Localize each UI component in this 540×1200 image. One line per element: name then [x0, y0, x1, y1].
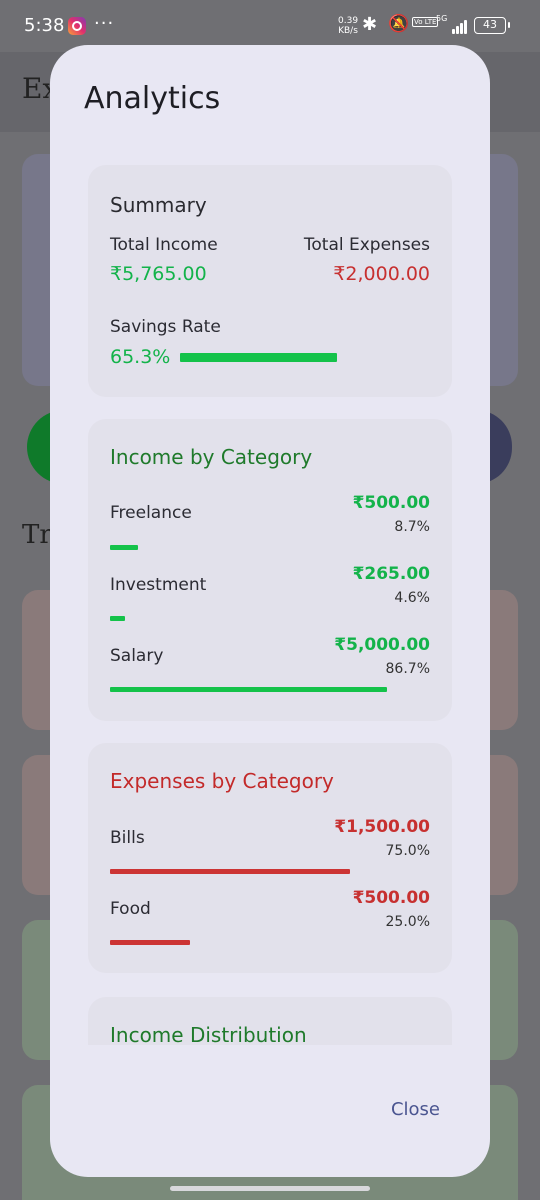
signal-icon: 5G	[436, 14, 468, 34]
expense-category-percent: 75.0%	[385, 843, 430, 859]
battery-icon: 43	[474, 17, 510, 34]
income-category-bar	[110, 687, 387, 692]
more-notifications-icon: ···	[94, 13, 115, 34]
network-speed-unit: KB/s	[338, 26, 358, 36]
dialog-title: Analytics	[84, 81, 221, 116]
income-by-category-card: Income by Category Freelance ₹500.00 8.7…	[88, 419, 452, 721]
close-button[interactable]: Close	[391, 1099, 440, 1120]
total-expenses-label: Total Expenses	[303, 235, 430, 255]
income-category-amount: ₹5,000.00	[334, 635, 430, 655]
savings-rate-bar	[180, 353, 337, 362]
total-income-value: ₹5,765.00	[110, 263, 207, 285]
income-category-amount: ₹500.00	[352, 493, 430, 513]
summary-title: Summary	[110, 193, 207, 217]
navigation-gesture-handle[interactable]	[170, 1186, 370, 1191]
expense-category-percent: 25.0%	[385, 914, 430, 930]
total-income-label: Total Income	[110, 235, 218, 255]
background-section-title: Tr	[22, 520, 52, 550]
income-category-bar	[110, 545, 138, 550]
analytics-dialog: Analytics Summary Total Income ₹5,765.00…	[50, 45, 490, 1177]
network-speed: 0.39 KB/s	[338, 16, 358, 36]
income-distribution-title: Income Distribution	[110, 1023, 307, 1045]
network-speed-value: 0.39	[338, 16, 359, 26]
dialog-scroll-area[interactable]: Summary Total Income ₹5,765.00 Total Exp…	[50, 165, 490, 1045]
volte-badge: Vo LTE	[412, 17, 439, 27]
expense-category-amount: ₹500.00	[352, 888, 430, 908]
status-time: 5:38	[24, 15, 65, 36]
expense-category-bar	[110, 869, 350, 874]
mute-bell-icon: 🔕	[388, 14, 410, 34]
summary-card: Summary Total Income ₹5,765.00 Total Exp…	[88, 165, 452, 397]
income-category-label: Freelance	[110, 503, 192, 523]
income-by-category-title: Income by Category	[110, 445, 313, 469]
network-type: 5G	[436, 14, 448, 23]
expense-category-label: Bills	[110, 828, 145, 848]
expense-category-label: Food	[110, 899, 151, 919]
expense-category-bar	[110, 940, 190, 945]
income-category-bar	[110, 616, 125, 621]
income-category-label: Investment	[110, 575, 207, 595]
income-category-label: Salary	[110, 646, 164, 666]
expenses-by-category-card: Expenses by Category Bills ₹1,500.00 75.…	[88, 743, 452, 973]
savings-rate-label: Savings Rate	[110, 317, 221, 337]
expenses-by-category-title: Expenses by Category	[110, 769, 334, 793]
bluetooth-icon: ✱	[362, 14, 378, 35]
instagram-notification-icon	[68, 17, 86, 35]
income-category-amount: ₹265.00	[352, 564, 430, 584]
income-category-percent: 86.7%	[385, 661, 430, 677]
expense-category-amount: ₹1,500.00	[334, 817, 430, 837]
income-category-percent: 8.7%	[394, 519, 430, 535]
income-category-percent: 4.6%	[394, 590, 430, 606]
savings-rate-value: 65.3%	[110, 346, 171, 368]
battery-level: 43	[483, 18, 497, 31]
total-expenses-value: ₹2,000.00	[333, 263, 430, 285]
income-distribution-card: Income Distribution	[88, 997, 452, 1045]
